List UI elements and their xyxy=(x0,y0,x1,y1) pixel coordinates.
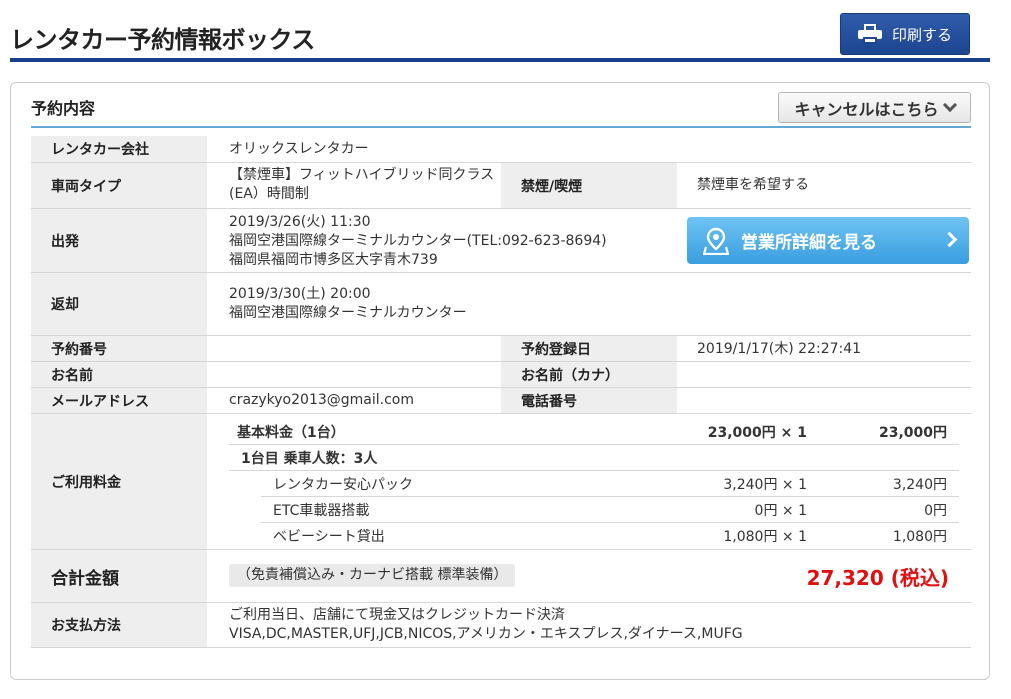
departure-address: 福岡県福岡市博多区大字青木739 xyxy=(229,252,438,268)
row-departure: 出発 2019/3/26(火) 11:30 福岡空港国際線ターミナルカウンター(… xyxy=(31,209,971,273)
return-datetime: 2019/3/30(土) 20:00 xyxy=(229,286,371,302)
phone-label: 電話番号 xyxy=(501,388,677,413)
registered-date-label: 予約登録日 xyxy=(501,336,677,361)
option-name: ベビーシート貸出 xyxy=(273,529,385,545)
total-amount: 27,320 (税込) xyxy=(806,566,949,590)
option-total: 3,240円 xyxy=(892,477,947,493)
office-details-button[interactable]: 営業所詳細を見る xyxy=(687,217,969,264)
reservation-number-label: 予約番号 xyxy=(31,336,207,361)
smoking-label: 禁煙/喫煙 xyxy=(501,163,677,208)
row-contact: メールアドレス crazykyo2013@gmail.com 電話番号 xyxy=(31,388,971,414)
row-total: 合計金額 （免責補償込み・カーナビ搭載 標準装備） 27,320 (税込) xyxy=(31,550,971,603)
option-total: 0円 xyxy=(924,503,947,519)
name-label: お名前 xyxy=(31,362,207,387)
vehicle-value-line2: (EA）時間制 xyxy=(229,186,309,202)
name-kana-label: お名前（カナ） xyxy=(501,362,677,387)
return-office: 福岡空港国際線ターミナルカウンター xyxy=(229,305,467,321)
base-fee-name: 基本料金（1台） xyxy=(237,425,345,441)
office-button-label: 営業所詳細を見る xyxy=(741,233,877,253)
fee-divider xyxy=(261,522,959,523)
row-payment: お支払方法 ご利用当日、店舗にて現金又はクレジットカード決済 VISA,DC,M… xyxy=(31,603,971,648)
option-name: ETC車載器搭載 xyxy=(273,503,370,519)
total-note: （免責補償込み・カーナビ搭載 標準装備） xyxy=(229,564,516,587)
reservation-panel: 予約内容 キャンセルはこちら レンタカー会社 オリックスレンタカー 車両タイプ … xyxy=(10,82,990,680)
base-fee-unit: 23,000円 × 1 xyxy=(707,425,807,441)
email-value: crazykyo2013@gmail.com xyxy=(229,392,414,408)
row-reservation-number: 予約番号 予約登録日 2019/1/17(木) 22:27:41 xyxy=(31,336,971,362)
option-unit: 3,240円 × 1 xyxy=(723,477,807,493)
fee-divider xyxy=(229,470,959,471)
day-header: 1台目 乗車人数：3人 xyxy=(241,451,378,467)
chevron-down-icon xyxy=(942,97,957,113)
print-button[interactable]: 印刷する xyxy=(840,13,970,55)
panel-title: 予約内容 xyxy=(31,99,96,118)
row-fees: ご利用料金 基本料金（1台） 23,000円 × 1 23,000円 1台目 乗… xyxy=(31,414,971,550)
page-title: レンタカー予約情報ボックス xyxy=(10,26,315,54)
base-fee-total: 23,000円 xyxy=(878,425,947,441)
title-divider xyxy=(10,58,990,62)
print-button-label: 印刷する xyxy=(891,25,952,44)
return-label: 返却 xyxy=(31,273,207,335)
registered-date-value: 2019/1/17(木) 22:27:41 xyxy=(697,341,862,357)
departure-office: 福岡空港国際線ターミナルカウンター(TEL:092-623-8694) xyxy=(229,233,607,249)
option-unit: 1,080円 × 1 xyxy=(723,529,807,545)
option-unit: 0円 × 1 xyxy=(754,503,807,519)
payment-label: お支払方法 xyxy=(31,603,207,647)
fees-label: ご利用料金 xyxy=(31,414,207,549)
option-name: レンタカー安心パック xyxy=(273,477,413,493)
payment-line2: VISA,DC,MASTER,UFJ,JCB,NICOS,アメリカン・エキスプレ… xyxy=(229,626,743,642)
email-label: メールアドレス xyxy=(31,388,207,413)
map-pin-icon xyxy=(703,227,729,255)
fee-divider xyxy=(229,444,959,445)
option-total: 1,080円 xyxy=(892,529,947,545)
fee-divider xyxy=(261,496,959,497)
cancel-dropdown-button[interactable]: キャンセルはこちら xyxy=(778,92,971,123)
payment-line1: ご利用当日、店舗にて現金又はクレジットカード決済 xyxy=(229,607,565,623)
row-company: レンタカー会社 オリックスレンタカー xyxy=(31,136,971,163)
smoking-value: 禁煙車を希望する xyxy=(697,177,809,193)
chevron-right-icon xyxy=(941,231,958,248)
cancel-button-label: キャンセルはこちら xyxy=(794,99,939,119)
departure-label: 出発 xyxy=(31,209,207,272)
row-return: 返却 2019/3/30(土) 20:00 福岡空港国際線ターミナルカウンター xyxy=(31,273,971,336)
printer-icon xyxy=(857,24,882,44)
panel-divider xyxy=(31,126,971,128)
departure-datetime: 2019/3/26(火) 11:30 xyxy=(229,214,371,230)
row-vehicle: 車両タイプ 【禁煙車】フィットハイブリッド同クラス (EA）時間制 禁煙/喫煙 … xyxy=(31,163,971,209)
row-name: お名前 お名前（カナ） xyxy=(31,362,971,388)
company-value: オリックスレンタカー xyxy=(229,141,369,157)
total-label: 合計金額 xyxy=(31,550,207,602)
vehicle-value-line1: 【禁煙車】フィットハイブリッド同クラス xyxy=(229,167,495,183)
company-label: レンタカー会社 xyxy=(31,136,207,162)
vehicle-label: 車両タイプ xyxy=(31,163,207,208)
